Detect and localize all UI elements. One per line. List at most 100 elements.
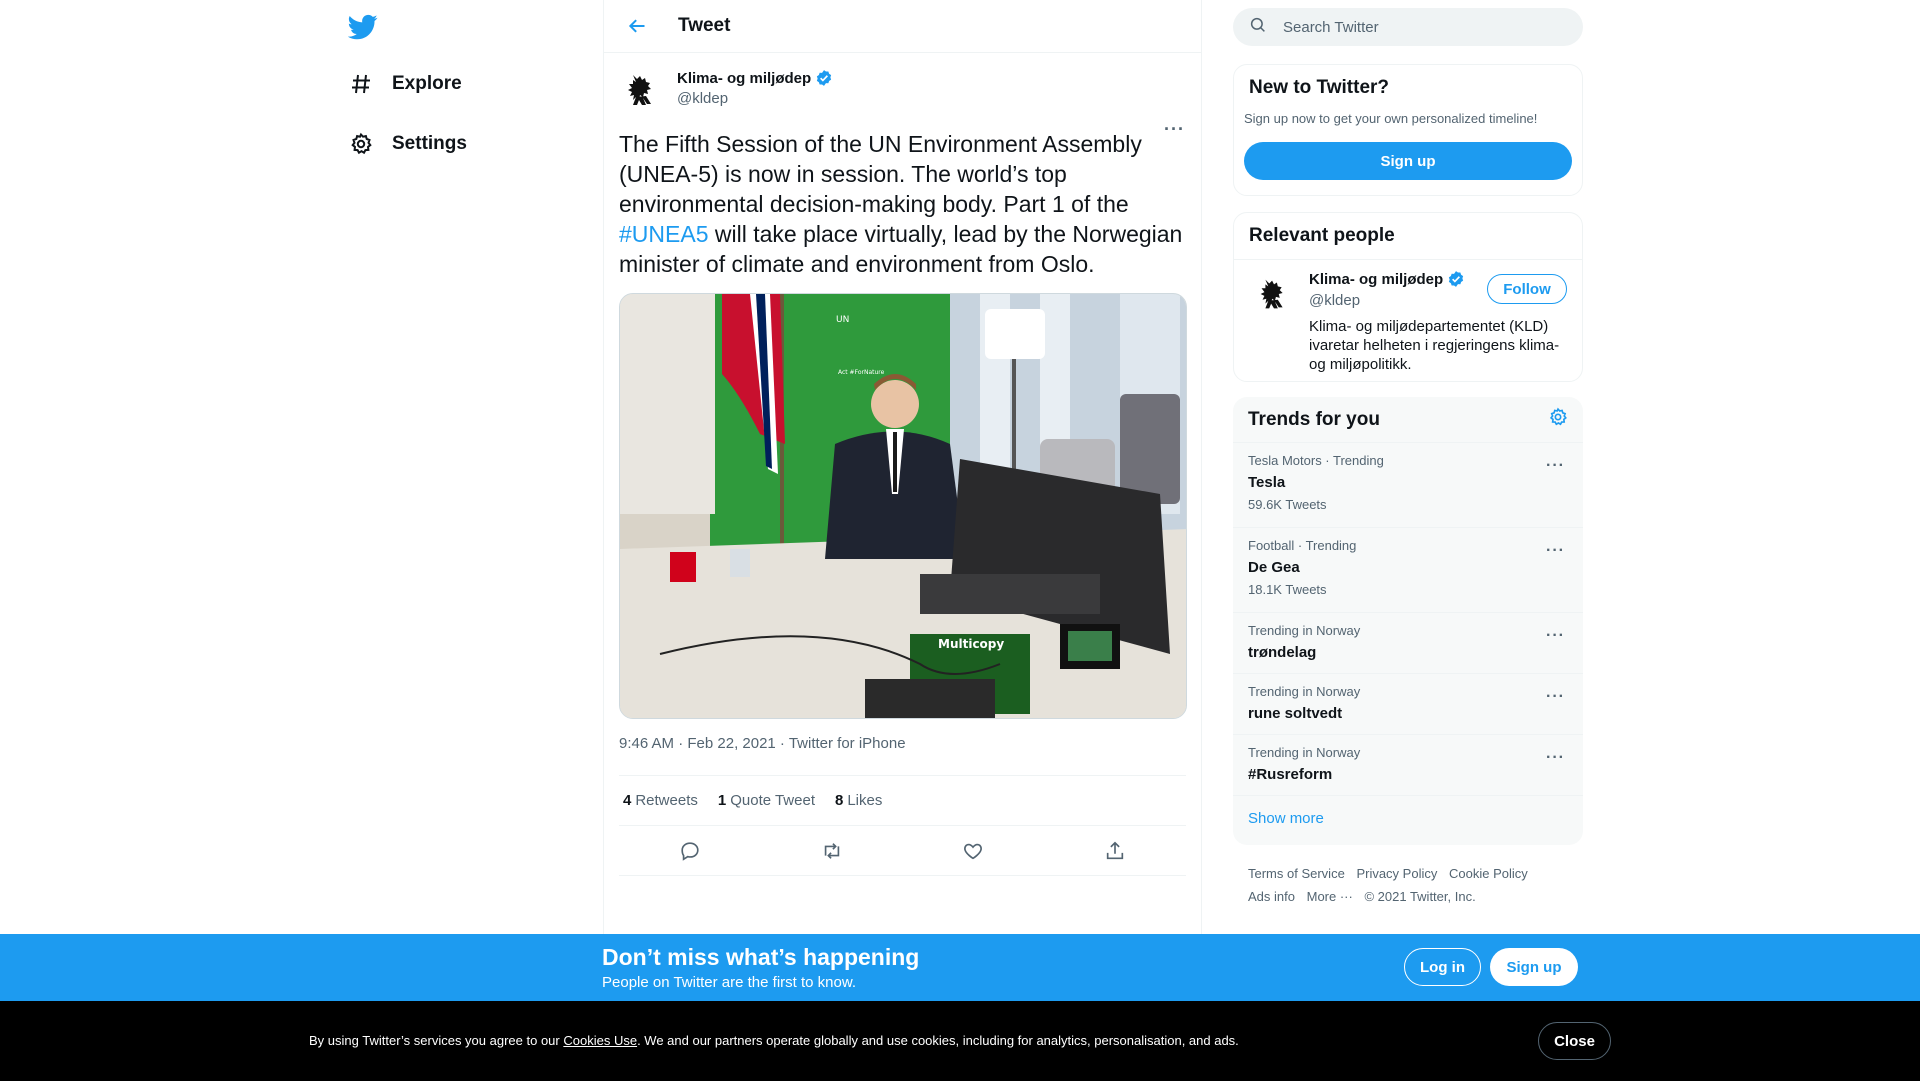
footer-link-more[interactable]: More ··· [1307, 885, 1353, 908]
new-to-twitter-subtitle: Sign up now to get your own personalized… [1244, 111, 1538, 126]
nav-settings-label: Settings [392, 133, 467, 154]
twitter-bird-icon[interactable] [347, 12, 378, 42]
retweet-icon[interactable] [818, 837, 846, 865]
trends-card: Trends for you Tesla Motors · Trending T… [1233, 397, 1583, 845]
verified-badge-icon [815, 69, 833, 87]
footer-links: Terms of Service Privacy Policy Cookie P… [1248, 862, 1578, 908]
trend-count: 18.1K Tweets [1248, 582, 1327, 597]
relevant-person-name[interactable]: Klima- og miljødep [1309, 271, 1443, 288]
banner-title: Don’t miss what’s happening [602, 944, 920, 970]
trend-item[interactable]: Trending in Norway rune soltvedt ··· [1233, 674, 1583, 735]
hashtag-icon [348, 71, 374, 97]
trend-item[interactable]: Tesla Motors · Trending Tesla 59.6K Twee… [1233, 443, 1583, 528]
sidebar-signup-button[interactable]: Sign up [1244, 142, 1572, 180]
likes-label: Likes [847, 792, 883, 809]
trend-context: Trending in Norway [1248, 623, 1361, 638]
photo-label-fornature: Act #ForNature [838, 369, 885, 376]
hashtag-link[interactable]: #UNEA5 [619, 221, 708, 247]
nav-settings[interactable]: Settings [348, 124, 467, 164]
photo-label-un: UN [836, 315, 849, 325]
quotes-label: Quote Tweet [730, 792, 815, 809]
author-name[interactable]: Klima- og miljødep [677, 70, 811, 87]
trend-name: trøndelag [1248, 644, 1317, 661]
page-title: Tweet [678, 15, 731, 36]
cookie-bar: By using Twitter’s services you agree to… [0, 1001, 1920, 1081]
new-to-twitter-card: New to Twitter? Sign up now to get your … [1233, 64, 1583, 196]
like-icon[interactable] [959, 837, 987, 865]
footer-link-cookie[interactable]: Cookie Policy [1449, 862, 1528, 885]
avatar[interactable] [1252, 272, 1296, 316]
app: Explore Settings Tweet Klima- og miljøde… [0, 0, 1920, 1081]
trend-item[interactable]: Football · Trending De Gea 18.1K Tweets … [1233, 528, 1583, 613]
photo-label-multicopy: Multicopy [938, 637, 1004, 651]
author-handle[interactable]: @kldep [677, 90, 833, 107]
gear-icon [348, 131, 374, 157]
new-to-twitter-title: New to Twitter? [1249, 77, 1390, 98]
tweet-text-part1: The Fifth Session of the UN Environment … [619, 131, 1142, 217]
cookie-close-button[interactable]: Close [1538, 1022, 1611, 1060]
verified-badge-icon [1447, 270, 1465, 288]
more-options-icon[interactable]: ··· [1164, 119, 1185, 140]
banner-subtitle: People on Twitter are the first to know. [602, 974, 857, 991]
author-block: Klima- og miljødep @kldep [677, 65, 833, 107]
retweets-stat[interactable]: 4 Retweets [623, 792, 698, 809]
tweet-author[interactable]: Klima- og miljødep @kldep [619, 65, 1186, 117]
trend-context: Tesla Motors · Trending [1248, 453, 1384, 468]
trend-name: rune soltvedt [1248, 705, 1343, 722]
trends-header: Trends for you [1233, 397, 1583, 443]
trend-name: #Rusreform [1248, 766, 1333, 783]
nav-explore[interactable]: Explore [348, 64, 462, 104]
trend-count: 59.6K Tweets [1248, 497, 1327, 512]
trend-more-icon[interactable]: ··· [1546, 688, 1565, 706]
tweet-stats: 4 Retweets 1 Quote Tweet 8 Likes [619, 775, 1186, 826]
banner-signup-button[interactable]: Sign up [1490, 948, 1578, 986]
show-more-link[interactable]: Show more [1233, 796, 1583, 841]
tweet-text: The Fifth Session of the UN Environment … [619, 129, 1186, 279]
main-column: Tweet Klima- og miljødep @kldep ··· The … [603, 0, 1202, 935]
cookie-text: By using Twitter’s services you agree to… [309, 1033, 1239, 1048]
tweet-photo[interactable]: UN Act #ForNature Multicopy [619, 293, 1187, 719]
footer-link-ads[interactable]: Ads info [1248, 885, 1295, 908]
search-icon [1249, 16, 1267, 39]
share-icon[interactable] [1101, 837, 1129, 865]
relevant-people-card: Relevant people Klima- og miljødep @klde… [1233, 212, 1583, 382]
trend-context: Trending in Norway [1248, 684, 1361, 699]
footer-link-terms[interactable]: Terms of Service [1248, 862, 1345, 885]
retweets-label: Retweets [635, 792, 698, 809]
likes-stat[interactable]: 8 Likes [835, 792, 882, 809]
nav-explore-label: Explore [392, 73, 462, 94]
relevant-person-bio: Klima- og miljødepartementet (KLD) ivare… [1309, 318, 1560, 373]
trend-more-icon[interactable]: ··· [1546, 749, 1565, 767]
trend-item[interactable]: Trending in Norway trøndelag ··· [1233, 613, 1583, 674]
trends-title: Trends for you [1248, 408, 1380, 430]
cookie-text-before: By using Twitter’s services you agree to… [309, 1033, 564, 1048]
search-input[interactable] [1283, 18, 1563, 36]
relevant-person[interactable]: Klima- og miljødep @kldep Klima- og milj… [1234, 259, 1582, 381]
footer-copyright: © 2021 Twitter, Inc. [1364, 889, 1476, 904]
trend-item[interactable]: Trending in Norway #Rusreform ··· [1233, 735, 1583, 796]
login-button[interactable]: Log in [1404, 948, 1481, 986]
cookie-text-after: . We and our partners operate globally a… [637, 1033, 1239, 1048]
trend-name: Tesla [1248, 474, 1286, 491]
reply-icon[interactable] [676, 837, 704, 865]
quotes-stat[interactable]: 1 Quote Tweet [718, 792, 815, 809]
retweets-count: 4 [623, 792, 632, 809]
trend-more-icon[interactable]: ··· [1546, 542, 1565, 560]
tweet: Klima- og miljødep @kldep ··· The Fifth … [604, 53, 1201, 876]
likes-count: 8 [835, 792, 844, 809]
follow-button[interactable]: Follow [1487, 274, 1567, 304]
relevant-people-title: Relevant people [1249, 225, 1395, 246]
cookies-use-link[interactable]: Cookies Use [563, 1033, 637, 1048]
trend-more-icon[interactable]: ··· [1546, 627, 1565, 645]
trend-more-icon[interactable]: ··· [1546, 457, 1565, 475]
footer-link-privacy[interactable]: Privacy Policy [1356, 862, 1437, 885]
tweet-meta: 9:46 AM · Feb 22, 2021 · Twitter for iPh… [619, 735, 906, 752]
search-box[interactable] [1233, 8, 1583, 46]
trend-context: Trending in Norway [1248, 745, 1361, 760]
quotes-count: 1 [717, 792, 727, 809]
trend-context: Football · Trending [1248, 538, 1357, 553]
gear-icon[interactable] [1548, 407, 1568, 432]
avatar[interactable] [619, 67, 665, 113]
back-arrow-icon[interactable] [624, 13, 650, 39]
page-header: Tweet [604, 0, 1201, 53]
